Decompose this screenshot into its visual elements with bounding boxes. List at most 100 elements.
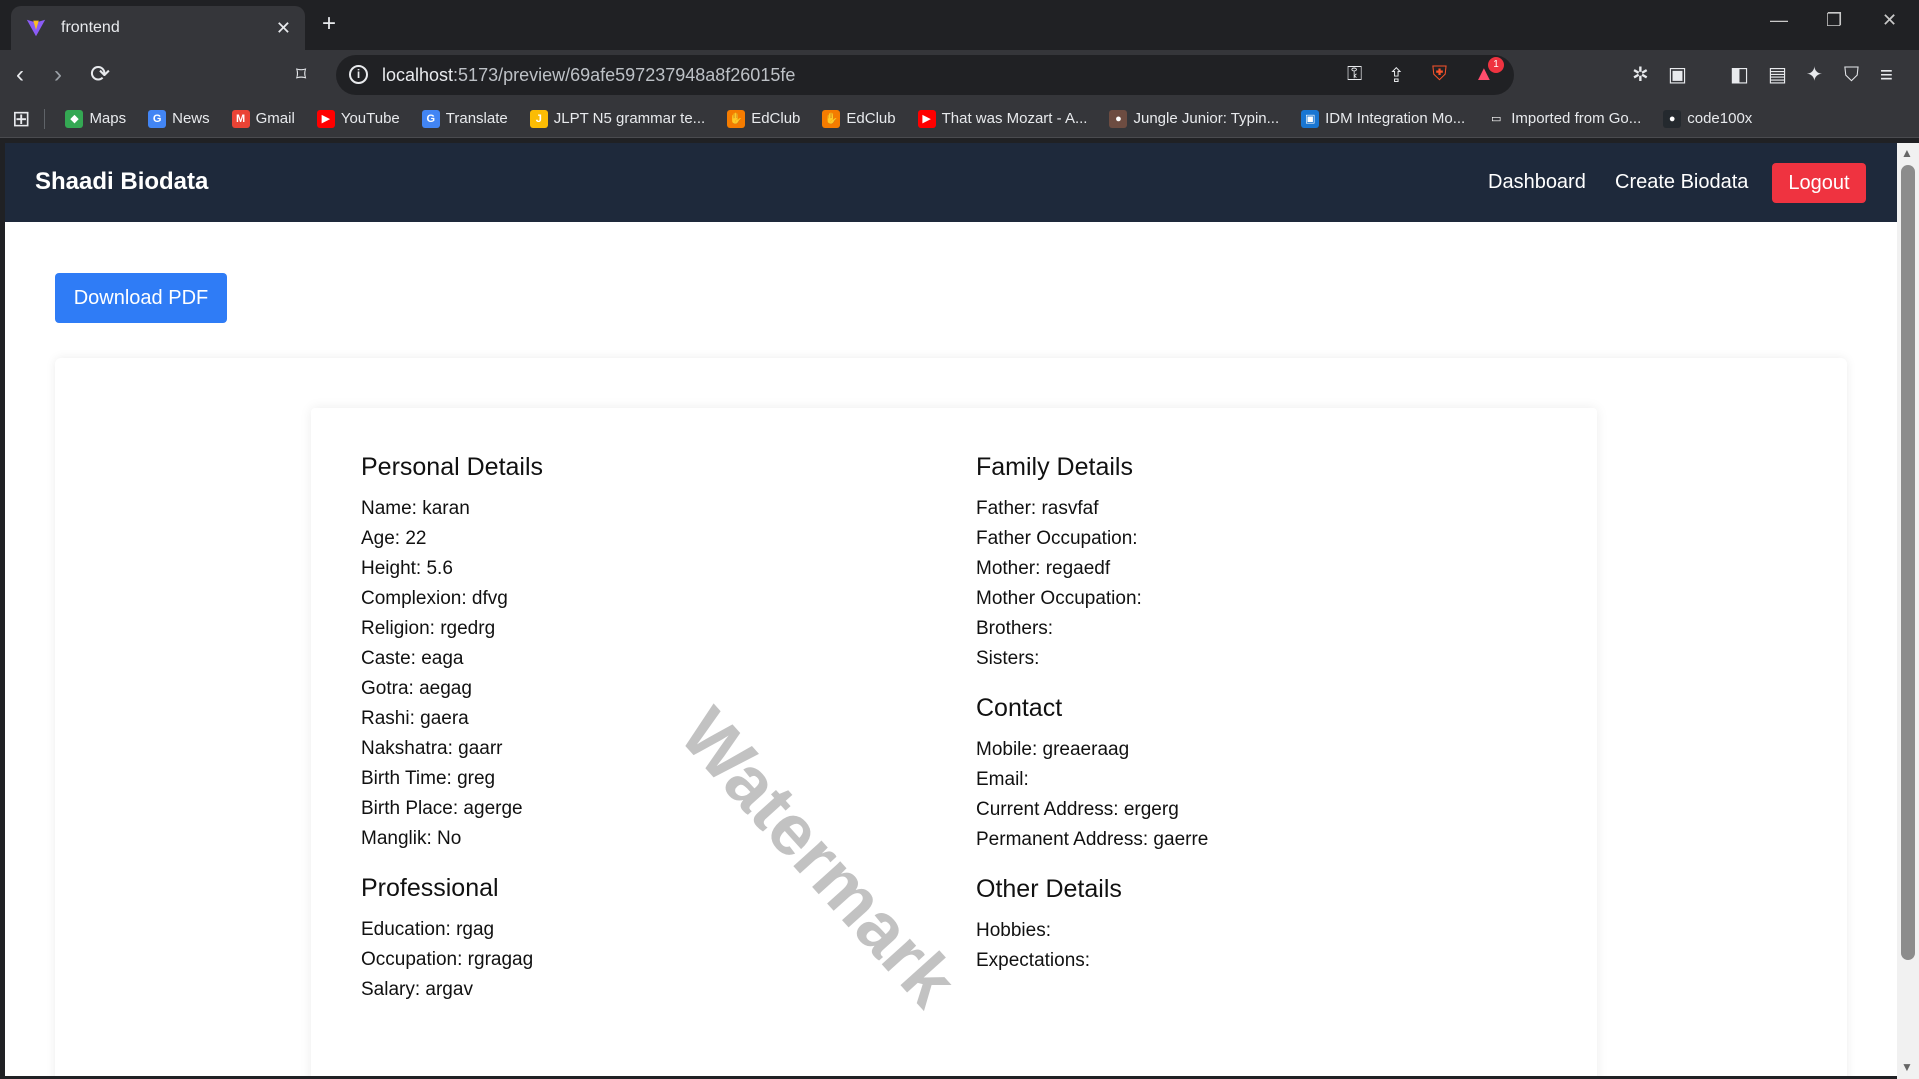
detail-line: Brothers: xyxy=(976,618,1054,639)
nav-dashboard-link[interactable]: Dashboard xyxy=(1488,171,1586,194)
bookmark-label: That was Mozart - A... xyxy=(941,110,1088,127)
bookmark-item[interactable]: ● Jungle Junior: Typin... xyxy=(1109,109,1280,128)
detail-line: Name: karan xyxy=(361,498,470,519)
detail-line: Email: xyxy=(976,769,1029,790)
biodata-section: Other Details Hobbies: Expectations: xyxy=(976,875,1536,976)
browser-tab-strip: frontend ✕ + — ❐ ✕ xyxy=(0,0,1919,50)
bookmark-item[interactable]: ▣ IDM Integration Mo... xyxy=(1301,109,1465,128)
bookmark-item[interactable]: ✋ EdClub xyxy=(727,109,801,128)
bookmark-favicon-icon: J xyxy=(529,109,548,128)
detail-line: Expectations: xyxy=(976,950,1091,971)
detail-line: Occupation: rgragag xyxy=(361,949,534,970)
detail-line: Father: rasvfaf xyxy=(976,498,1099,519)
section-heading: Contact xyxy=(976,694,1063,722)
rewards-badge: 1 xyxy=(1488,57,1504,73)
share-icon[interactable]: ⇪ xyxy=(1388,63,1405,88)
bookmark-favicon-icon: G xyxy=(148,109,167,128)
scroll-up-icon[interactable]: ▲ xyxy=(1901,146,1913,160)
bookmark-label: Gmail xyxy=(255,110,295,127)
menu-icon[interactable]: ≡ xyxy=(1880,60,1893,90)
bookmarks-bar: ⊞ ◆ Maps G News M Gmail ▶ YouTube G Translate J JLP… xyxy=(0,100,1919,138)
scrollbar-thumb[interactable] xyxy=(1901,165,1915,960)
browser-tab[interactable]: frontend ✕ xyxy=(11,6,305,50)
bookmark-icon[interactable]: ⌑ xyxy=(296,60,306,90)
minimize-icon[interactable]: — xyxy=(1770,10,1788,31)
detail-line: Sisters: xyxy=(976,648,1040,669)
close-window-icon[interactable]: ✕ xyxy=(1882,10,1897,31)
bookmark-favicon-icon: ✋ xyxy=(727,109,746,128)
detail-line: Rashi: gaera xyxy=(361,708,469,729)
bookmark-item[interactable]: G News xyxy=(148,109,210,128)
back-icon[interactable]: ‹ xyxy=(16,60,24,90)
site-info-icon[interactable]: i xyxy=(349,65,368,84)
section-heading: Other Details xyxy=(976,875,1122,903)
bookmark-label: YouTube xyxy=(340,110,400,127)
biodata-section: Family Details Father: rasvfaf Father Occu… xyxy=(976,453,1536,674)
bookmark-favicon-icon: ▭ xyxy=(1491,113,1502,125)
detail-line: Height: 5.6 xyxy=(361,558,453,579)
reader-icon[interactable]: ▣ xyxy=(1668,60,1687,90)
bookmark-item[interactable]: M Gmail xyxy=(231,109,295,128)
bookmark-item[interactable]: ◆ Maps xyxy=(65,109,127,128)
bookmark-label: EdClub xyxy=(846,110,896,127)
leo-icon[interactable]: ✦ xyxy=(1806,60,1823,90)
section-heading: Personal Details xyxy=(361,453,544,481)
bookmark-item[interactable]: ▭ Imported from Go... xyxy=(1487,110,1641,128)
detail-line: Salary: argav xyxy=(361,979,473,1000)
bookmark-label: EdClub xyxy=(751,110,801,127)
bookmark-favicon-icon: ▶ xyxy=(917,109,936,128)
bookmarks-divider xyxy=(44,108,46,129)
detail-line: Mother: regaedf xyxy=(976,558,1111,579)
extensions-icon[interactable]: ✲ xyxy=(1632,60,1649,90)
detail-line: Hobbies: xyxy=(976,920,1051,941)
detail-line: Father Occupation: xyxy=(976,528,1138,549)
scroll-down-icon[interactable]: ▼ xyxy=(1901,1060,1913,1074)
detail-line: Age: 22 xyxy=(361,528,427,549)
key-icon[interactable]: ⚿ xyxy=(1347,63,1362,86)
biodata-section: Personal Details Name: karan Age: 22 Height… xyxy=(361,453,921,854)
bookmark-list: ◆ Maps G News M Gmail ▶ YouTube G Translate J JLPT … xyxy=(65,109,1774,128)
detail-line: Mobile: greaeraag xyxy=(976,739,1130,760)
bookmark-favicon-icon: ● xyxy=(1109,109,1128,128)
page-viewport: Shaadi Biodata Dashboard Create Biodata … xyxy=(5,143,1897,1076)
nav-create-biodata-link[interactable]: Create Biodata xyxy=(1615,171,1748,194)
detail-line: Current Address: ergerg xyxy=(976,799,1179,820)
address-bar[interactable]: i localhost:5173/preview/69afe597237948a… xyxy=(336,55,1514,95)
new-tab-icon[interactable]: + xyxy=(322,10,336,38)
detail-line: Religion: rgedrg xyxy=(361,618,496,639)
detail-line: Complexion: dfvg xyxy=(361,588,508,609)
bookmark-favicon-icon: ◆ xyxy=(65,109,84,128)
bookmark-item[interactable]: ● code100x xyxy=(1663,109,1752,128)
bookmark-label: Maps xyxy=(89,110,127,127)
tab-title: frontend xyxy=(61,19,120,36)
reload-icon[interactable]: ⟳ xyxy=(90,60,110,90)
apps-icon[interactable]: ⊞ xyxy=(12,106,30,132)
bookmark-favicon-icon: ✋ xyxy=(822,109,841,128)
section-heading: Family Details xyxy=(976,453,1133,481)
detail-line: Nakshatra: gaarr xyxy=(361,738,503,759)
forward-icon[interactable]: › xyxy=(54,60,62,90)
close-tab-icon[interactable]: ✕ xyxy=(276,18,291,39)
brand-title[interactable]: Shaadi Biodata xyxy=(35,168,208,196)
bookmark-favicon-icon: G xyxy=(421,109,440,128)
bookmark-item[interactable]: J JLPT N5 grammar te... xyxy=(529,109,706,128)
bookmark-label: JLPT N5 grammar te... xyxy=(553,110,706,127)
wallet-icon[interactable]: ▤ xyxy=(1768,60,1787,90)
bookmark-favicon-icon: M xyxy=(231,109,250,128)
vpn-icon[interactable]: ⛉ xyxy=(1844,60,1859,90)
bookmark-item[interactable]: ✋ EdClub xyxy=(822,109,896,128)
bookmark-label: Imported from Go... xyxy=(1511,110,1642,127)
bookmark-item[interactable]: G Translate xyxy=(421,109,508,128)
sidebar-icon[interactable]: ◧ xyxy=(1730,60,1749,90)
restore-icon[interactable]: ❐ xyxy=(1826,10,1842,31)
bookmark-item[interactable]: ▶ That was Mozart - A... xyxy=(917,109,1088,128)
download-pdf-button[interactable]: Download PDF xyxy=(55,273,227,323)
detail-line: Caste: eaga xyxy=(361,648,464,669)
bookmark-favicon-icon: ▶ xyxy=(316,109,335,128)
app-navbar: Shaadi Biodata Dashboard Create Biodata … xyxy=(5,143,1897,222)
bookmark-label: Jungle Junior: Typin... xyxy=(1133,110,1280,127)
bookmark-item[interactable]: ▶ YouTube xyxy=(316,109,400,128)
logout-button[interactable]: Logout xyxy=(1772,163,1866,203)
brave-shield-icon[interactable]: ⛨ xyxy=(1432,63,1447,86)
detail-line: Mother Occupation: xyxy=(976,588,1142,609)
